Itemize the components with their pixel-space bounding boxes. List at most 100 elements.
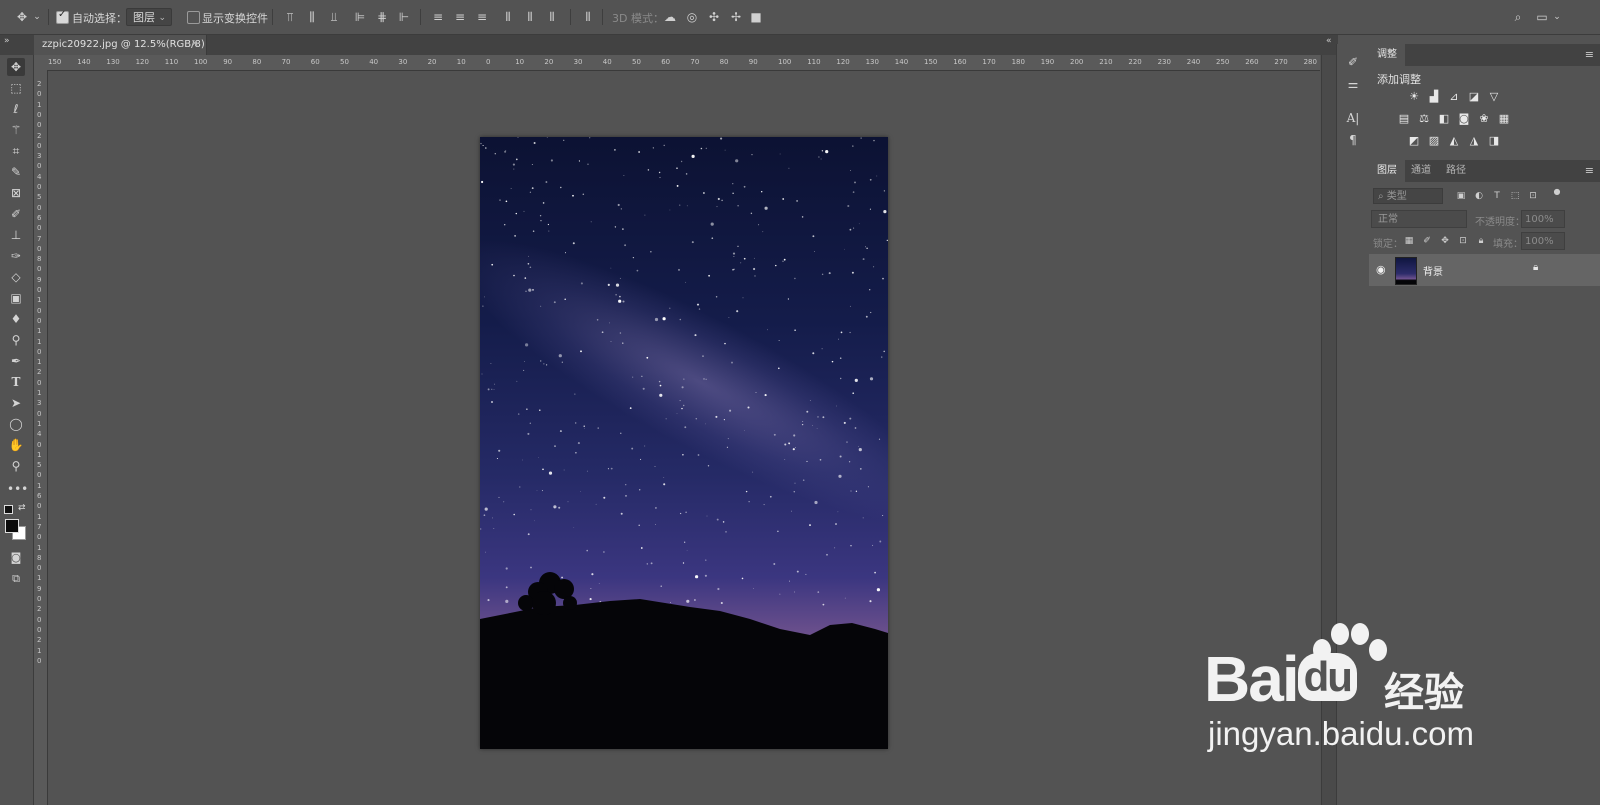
character-panel-icon[interactable]: A| [1345, 110, 1361, 126]
levels-icon[interactable]: ▟ [1427, 90, 1441, 104]
gradient-map-icon[interactable]: ◮ [1467, 134, 1481, 148]
swap-colors-icon[interactable]: ⇄ [18, 503, 26, 513]
eraser-tool-icon[interactable]: ◇ [7, 268, 25, 286]
screen-mode-icon[interactable]: ⧉ [7, 570, 25, 588]
dodge-tool-icon[interactable]: ⚲ [7, 331, 25, 349]
vibrance-icon[interactable]: ▽ [1487, 90, 1501, 104]
auto-align-icon[interactable]: ⫴ [580, 9, 596, 25]
tab-channels[interactable]: 通道 [1403, 160, 1439, 182]
search-icon[interactable]: ⌕ [1510, 9, 1526, 25]
roll-3d-icon[interactable]: ◎ [684, 9, 700, 25]
gradient-tool-icon[interactable]: ▣ [7, 289, 25, 307]
type-tool-icon[interactable]: T [7, 373, 25, 391]
quick-mask-icon[interactable]: ◙ [7, 549, 25, 567]
tab-adjustments[interactable]: 调整 [1369, 44, 1405, 66]
blur-tool-icon[interactable]: ♦ [7, 310, 25, 328]
ellipse-tool-icon[interactable]: ◯ [7, 415, 25, 433]
filter-toggle-icon[interactable]: ● [1551, 186, 1563, 198]
collapse-strip-icon[interactable]: « [1326, 36, 1332, 46]
marquee-tool-icon[interactable]: ⬚ [7, 79, 25, 97]
align-vcenter-icon[interactable]: ⫼ [304, 9, 320, 25]
show-transform-checkbox[interactable] [187, 11, 200, 24]
lock-artboard-icon[interactable]: ⊡ [1457, 235, 1469, 247]
filter-smart-object-icon[interactable]: ⊡ [1527, 190, 1539, 202]
photo-filter-icon[interactable]: ◙ [1457, 112, 1471, 126]
frame-tool-icon[interactable]: ⊠ [7, 184, 25, 202]
color-lookup-icon[interactable]: ▦ [1497, 112, 1511, 126]
panel-menu-icon[interactable]: ≡ [1585, 164, 1594, 177]
lock-image-icon[interactable]: ✐ [1421, 235, 1433, 247]
video-3d-icon[interactable]: ■ [748, 9, 764, 25]
exposure-icon[interactable]: ◪ [1467, 90, 1481, 104]
lock-position-icon[interactable]: ✥ [1439, 235, 1451, 247]
foreground-color-swatch[interactable] [5, 519, 19, 533]
layer-name[interactable]: 背景 [1423, 263, 1443, 278]
opacity-input[interactable]: 100% [1521, 210, 1565, 228]
fill-input[interactable]: 100% [1521, 232, 1565, 250]
auto-select-checkbox[interactable] [56, 9, 69, 24]
lock-transparent-icon[interactable]: ▦ [1403, 235, 1415, 247]
chevron-down-icon[interactable]: ⌄ [1552, 9, 1562, 25]
paragraph-panel-icon[interactable]: ¶ [1345, 132, 1361, 148]
orbit-3d-icon[interactable]: ☁ [662, 9, 678, 25]
eye-icon[interactable]: ◉ [1376, 263, 1386, 276]
lasso-tool-icon[interactable]: ℓ [7, 100, 25, 118]
path-select-tool-icon[interactable]: ➤ [7, 394, 25, 412]
filter-shape-icon[interactable]: ⬚ [1509, 190, 1521, 202]
hand-tool-icon[interactable]: ✋ [7, 436, 25, 454]
workspace-icon[interactable]: ▭ [1534, 9, 1550, 25]
filter-type-icon[interactable]: T [1491, 190, 1503, 202]
distribute-hcenter-icon[interactable]: ⦀ [522, 9, 538, 25]
black-white-icon[interactable]: ◧ [1437, 112, 1451, 126]
posterize-icon[interactable]: ▨ [1427, 134, 1441, 148]
eyedropper-tool-icon[interactable]: ✎ [7, 163, 25, 181]
brightness-contrast-icon[interactable]: ☀ [1407, 90, 1421, 104]
more-tools-icon[interactable]: ••• [7, 480, 28, 498]
drag-3d-icon[interactable]: ✣ [706, 9, 722, 25]
align-bottom-icon[interactable]: ⫫ [326, 9, 342, 25]
threshold-icon[interactable]: ◭ [1447, 134, 1461, 148]
close-icon[interactable]: × [191, 38, 199, 49]
color-balance-icon[interactable]: ⚖ [1417, 112, 1431, 126]
filter-adjustment-icon[interactable]: ◐ [1473, 190, 1485, 202]
magic-wand-tool-icon[interactable]: ⚚ [7, 121, 25, 139]
distribute-right-icon[interactable]: ⦀ [544, 9, 560, 25]
invert-icon[interactable]: ◩ [1407, 134, 1421, 148]
zoom-tool-icon[interactable]: ⚲ [7, 457, 25, 475]
history-brush-tool-icon[interactable]: ✑ [7, 247, 25, 265]
auto-select-target-dropdown[interactable]: 图层 ⌄ [126, 8, 172, 26]
distribute-bottom-icon[interactable]: ≡ [474, 9, 490, 25]
pen-tool-icon[interactable]: ✒ [7, 352, 25, 370]
align-top-icon[interactable]: ⫪ [282, 9, 298, 25]
brush-settings-icon[interactable]: ✐ [1345, 54, 1361, 70]
collapse-toolbar-icon[interactable]: » [4, 36, 10, 46]
tab-paths[interactable]: 路径 [1438, 160, 1474, 182]
brush-tool-icon[interactable]: ✐ [7, 205, 25, 223]
blend-mode-dropdown[interactable]: 正常 [1371, 210, 1467, 228]
hue-saturation-icon[interactable]: ▤ [1397, 112, 1411, 126]
distribute-top-icon[interactable]: ≡ [430, 9, 446, 25]
distribute-vcenter-icon[interactable]: ≡ [452, 9, 468, 25]
properties-icon[interactable]: ⚌ [1345, 76, 1361, 92]
layer-row[interactable]: ◉ 背景 🔒︎ [1369, 254, 1600, 286]
move-icon[interactable]: ✥ [14, 9, 30, 25]
slide-3d-icon[interactable]: ✢ [728, 9, 744, 25]
document-tab[interactable]: zzpic20922.jpg @ 12.5%(RGB/8) × [34, 35, 207, 55]
align-right-icon[interactable]: ⊩ [396, 9, 412, 25]
lock-icon[interactable]: 🔒︎ [1533, 262, 1538, 273]
channel-mixer-icon[interactable]: ❀ [1477, 112, 1491, 126]
selective-color-icon[interactable]: ◨ [1487, 134, 1501, 148]
filter-pixel-icon[interactable]: ▣ [1455, 190, 1467, 202]
clone-stamp-tool-icon[interactable]: ⊥ [7, 226, 25, 244]
layer-filter-dropdown[interactable]: ⌕ 类型 [1373, 188, 1443, 204]
default-colors-icon[interactable] [4, 505, 13, 514]
crop-tool-icon[interactable]: ⌗ [7, 142, 25, 160]
chevron-down-icon[interactable]: ⌄ [32, 9, 42, 25]
panel-menu-icon[interactable]: ≡ [1585, 48, 1594, 61]
align-hcenter-icon[interactable]: ⋕ [374, 9, 390, 25]
move-tool-icon[interactable]: ✥ [7, 58, 25, 76]
curves-icon[interactable]: ⊿ [1447, 90, 1461, 104]
tab-layers[interactable]: 图层 [1369, 160, 1405, 182]
lock-all-icon[interactable]: 🔒︎ [1475, 235, 1487, 247]
align-left-icon[interactable]: ⊫ [352, 9, 368, 25]
